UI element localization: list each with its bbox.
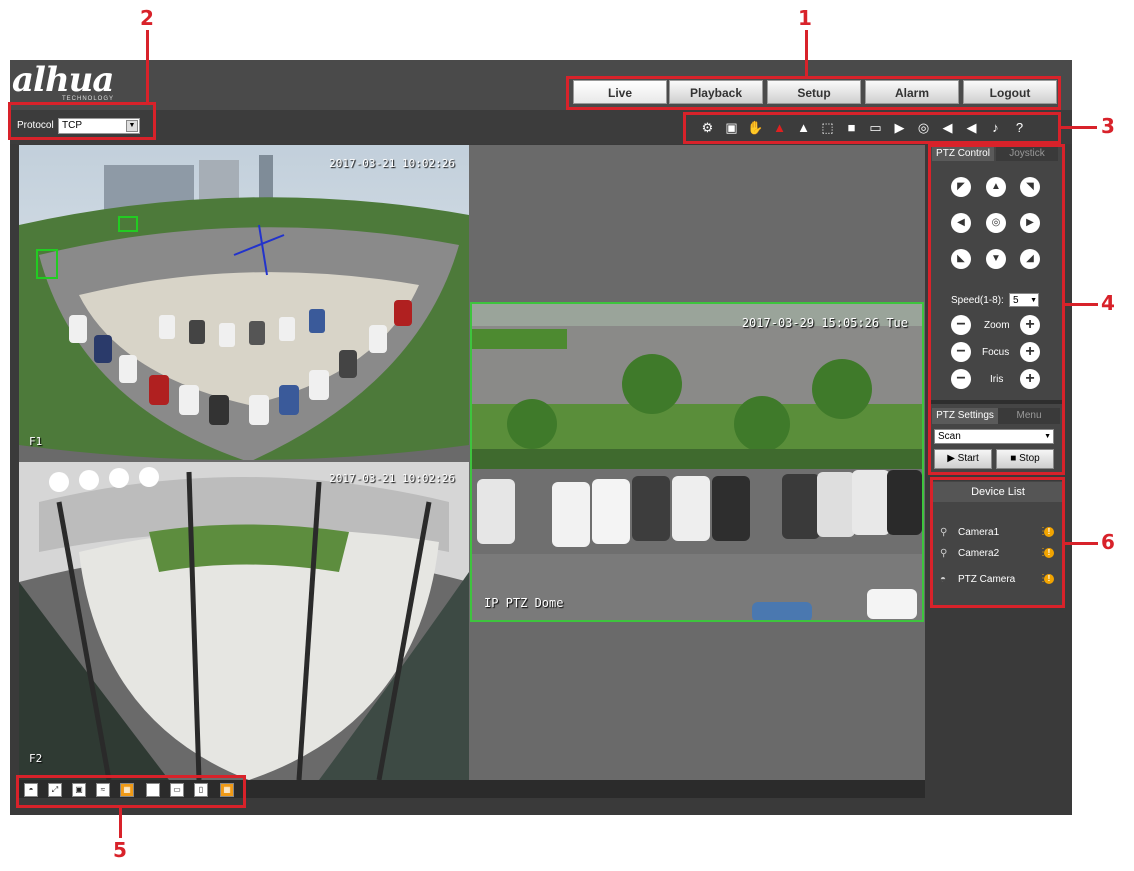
fisheye-view-1 xyxy=(19,145,469,462)
annotation-line-6 xyxy=(1065,542,1098,545)
annotation-number-3: 3 xyxy=(1101,114,1115,138)
ptz-timestamp: 2017-03-29 15:05:26 Tue xyxy=(741,316,908,330)
annotation-number-6: 6 xyxy=(1101,530,1115,554)
annotation-line-5 xyxy=(119,808,122,838)
video-channel-ptz[interactable]: 2017-03-29 15:05:26 Tue IP PTZ Dome xyxy=(470,302,924,622)
ch2-timestamp: 2017-03-21 10:02:26 xyxy=(329,472,455,485)
annotation-line-2 xyxy=(146,30,149,102)
video-channel-2[interactable]: 2017-03-21 10:02:26 F2 xyxy=(19,462,469,780)
annotation-box-1 xyxy=(566,76,1061,110)
video-channel-1[interactable]: 2017-03-21 10:02:26 F1 xyxy=(19,145,469,462)
annotation-line-3 xyxy=(1061,126,1097,129)
annotation-box-2 xyxy=(8,102,156,140)
ch1-timestamp: 2017-03-21 10:02:26 xyxy=(329,157,455,170)
annotation-box-3 xyxy=(683,112,1061,144)
ptz-label: IP PTZ Dome xyxy=(484,596,564,610)
fisheye-view-2 xyxy=(19,462,469,780)
annotation-number-4: 4 xyxy=(1101,291,1115,315)
ch1-label: F1 xyxy=(29,435,43,448)
annotation-number-5: 5 xyxy=(113,838,127,862)
annotation-number-2: 2 xyxy=(140,6,154,30)
ptz-view xyxy=(472,304,922,620)
annotation-line-4 xyxy=(1065,303,1098,306)
brand-logo: alhua xyxy=(12,60,114,100)
ch2-label: F2 xyxy=(29,752,43,765)
annotation-box-6 xyxy=(930,477,1065,608)
annotation-line-1 xyxy=(805,30,808,76)
annotation-number-1: 1 xyxy=(798,6,812,30)
annotation-box-5 xyxy=(16,775,246,808)
annotation-box-4 xyxy=(928,144,1065,475)
